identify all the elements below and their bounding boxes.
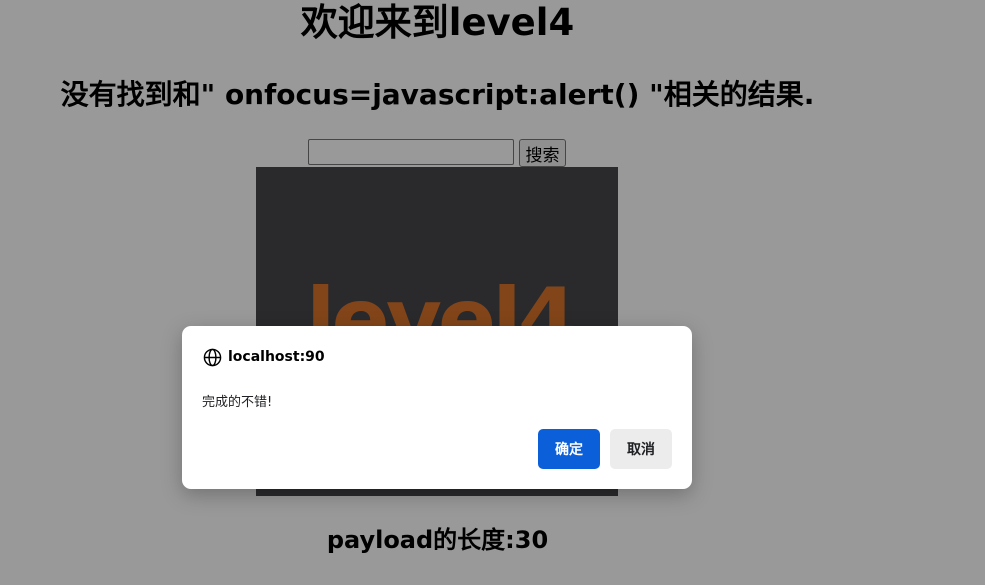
dialog-message: 完成的不错! (202, 395, 273, 410)
cancel-button[interactable]: 取消 (610, 429, 672, 469)
modal-overlay (0, 0, 985, 585)
dialog-origin-text: localhost:90 (228, 349, 325, 365)
globe-icon (203, 348, 222, 366)
dialog-origin: localhost:90 (203, 347, 325, 367)
ok-button[interactable]: 确定 (538, 429, 600, 469)
alert-dialog: localhost:90 完成的不错! 确定 取消 (182, 326, 692, 489)
page: 欢迎来到level4 没有找到和" onfocus=javascript:ale… (0, 0, 985, 585)
